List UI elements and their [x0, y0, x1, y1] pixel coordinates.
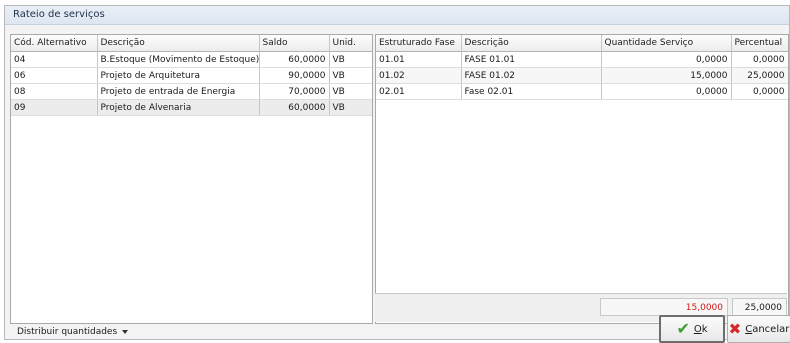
services-grid[interactable]: Cód. Alternativo Descrição Saldo Unid. 0…	[10, 34, 373, 324]
ok-button[interactable]: ✔ Ok	[659, 315, 725, 343]
cell-saldo: 90,0000	[259, 67, 330, 84]
x-icon: ✖	[728, 319, 742, 338]
col-header-estruturado-fase[interactable]: Estruturado Fase	[376, 35, 462, 52]
col-header-unid[interactable]: Unid.	[329, 35, 372, 52]
cell-fase: 01.01	[376, 51, 462, 68]
cell-description: B.Estoque (Movimento de Estoque)	[97, 51, 260, 68]
cell-code: 04	[11, 51, 98, 68]
cell-description: FASE 01.01	[461, 51, 602, 68]
cell-saldo: 60,0000	[259, 51, 330, 68]
caret-down-icon	[122, 329, 129, 334]
table-row[interactable]: 06 Projeto de Arquitetura 90,0000 VB	[11, 67, 372, 84]
table-row[interactable]: 01.01 FASE 01.01 0,0000 0,0000	[376, 51, 788, 68]
cell-description: Projeto de Alvenaria	[97, 99, 260, 116]
cell-unid: VB	[329, 51, 372, 68]
cell-description: Fase 02.01	[461, 83, 602, 100]
check-icon: ✔	[676, 319, 690, 338]
col-header-saldo[interactable]: Saldo	[259, 35, 330, 52]
total-quantidade: 15,0000	[600, 298, 728, 316]
cell-description: Projeto de Arquitetura	[97, 67, 260, 84]
ok-label: Ok	[693, 323, 708, 335]
cell-percentual[interactable]: 0,0000	[731, 51, 788, 68]
cell-code: 06	[11, 67, 98, 84]
cell-unid: VB	[329, 99, 372, 116]
col-header-descricao[interactable]: Descrição	[97, 35, 260, 52]
cell-fase: 02.01	[376, 83, 462, 100]
cell-unid: VB	[329, 67, 372, 84]
cell-saldo: 70,0000	[259, 83, 330, 100]
cell-description: Projeto de entrada de Energia	[97, 83, 260, 100]
col-header-descricao[interactable]: Descrição	[461, 35, 602, 52]
totals-row: 15,0000 25,0000	[375, 293, 787, 322]
cell-fase: 01.02	[376, 67, 462, 84]
services-header-row: Cód. Alternativo Descrição Saldo Unid.	[11, 35, 372, 52]
cell-description: FASE 01.02	[461, 67, 602, 84]
cell-quantidade[interactable]: 15,0000	[601, 67, 732, 84]
table-row[interactable]: 01.02 FASE 01.02 15,0000 25,0000	[376, 67, 788, 84]
cell-code: 09	[11, 99, 98, 116]
phases-grid[interactable]: Estruturado Fase Descrição Quantidade Se…	[375, 34, 789, 324]
table-row-selected[interactable]: 09 Projeto de Alvenaria 60,0000 VB	[11, 99, 372, 116]
table-row[interactable]: 04 B.Estoque (Movimento de Estoque) 60,0…	[11, 51, 372, 68]
dialog-title: Rateio de serviços	[5, 6, 789, 25]
table-row[interactable]: 08 Projeto de entrada de Energia 70,0000…	[11, 83, 372, 100]
cell-percentual[interactable]: 0,0000	[731, 83, 788, 100]
phases-header-row: Estruturado Fase Descrição Quantidade Se…	[376, 35, 788, 52]
cell-unid: VB	[329, 83, 372, 100]
cancel-button[interactable]: ✖ Cancelar	[727, 315, 790, 343]
total-percentual: 25,0000	[732, 298, 787, 316]
cell-quantidade[interactable]: 0,0000	[601, 51, 732, 68]
col-header-cod-alternativo[interactable]: Cód. Alternativo	[11, 35, 98, 52]
cancel-label: Cancelar	[745, 323, 790, 335]
col-header-quantidade-servico[interactable]: Quantidade Serviço	[601, 35, 732, 52]
cell-percentual[interactable]: 25,0000	[731, 67, 788, 84]
cell-saldo: 60,0000	[259, 99, 330, 116]
table-row[interactable]: 02.01 Fase 02.01 0,0000 0,0000	[376, 83, 788, 100]
col-header-percentual[interactable]: Percentual	[731, 35, 788, 52]
rateio-dialog: Rateio de serviços Cód. Alternativo Desc…	[4, 5, 790, 343]
cell-quantidade[interactable]: 0,0000	[601, 83, 732, 100]
distribuir-quantidades-dropdown[interactable]: Distribuir quantidades	[17, 325, 129, 339]
distribuir-quantidades-label: Distribuir quantidades	[17, 327, 118, 337]
cell-code: 08	[11, 83, 98, 100]
